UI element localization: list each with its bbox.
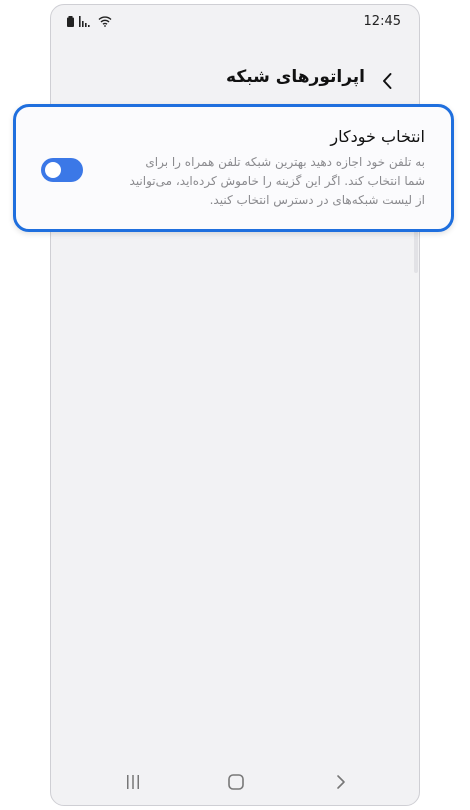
chevron-left-icon — [383, 73, 392, 89]
battery-icon — [67, 15, 74, 27]
home-button[interactable] — [221, 767, 251, 797]
page-title: اپراتورهای شبکه — [226, 67, 365, 87]
status-icons — [67, 15, 112, 27]
auto-select-toggle[interactable] — [41, 158, 83, 182]
back-button[interactable] — [373, 67, 401, 95]
navigation-bar — [51, 757, 419, 805]
recents-icon — [127, 775, 139, 789]
setting-description: به تلفن خود اجازه دهید بهترین شبکه تلفن … — [129, 155, 425, 207]
back-icon — [337, 775, 345, 789]
nav-back-button[interactable] — [326, 767, 356, 797]
wifi-icon — [98, 16, 112, 27]
status-bar: 12:45 — [51, 5, 419, 37]
toggle-knob — [45, 162, 61, 178]
auto-select-setting-card[interactable]: انتخاب خودکار به تلفن خود اجازه دهید بهت… — [13, 104, 454, 232]
recents-button[interactable] — [118, 767, 148, 797]
home-icon — [228, 774, 244, 790]
setting-title: انتخاب خودکار — [330, 127, 425, 146]
status-time: 12:45 — [363, 14, 401, 29]
signal-icon — [79, 15, 90, 27]
app-header: اپراتورهای شبکه — [51, 61, 419, 101]
